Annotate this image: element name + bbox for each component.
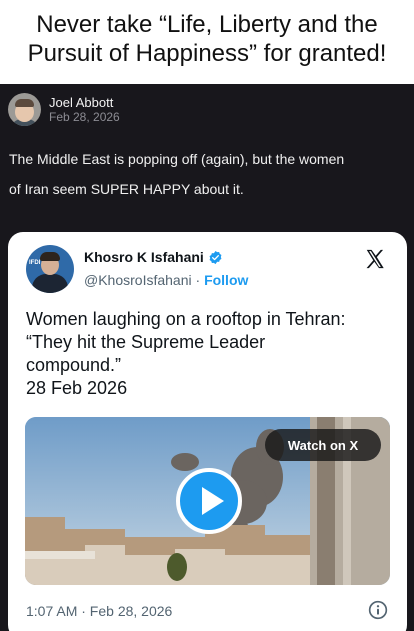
verified-badge-icon xyxy=(209,250,222,264)
meme-caption: Never take “Life, Liberty and the Pursui… xyxy=(0,0,414,84)
social-post: Joel Abbott Feb 28, 2026 The Middle East… xyxy=(0,84,414,631)
author-avatar[interactable] xyxy=(8,92,41,126)
tweet-body-line-3: compound.” xyxy=(26,355,122,375)
avatar-suit xyxy=(32,274,68,293)
play-icon xyxy=(202,487,224,515)
x-logo-icon[interactable] xyxy=(364,248,386,270)
avatar-tag: IFDI xyxy=(29,260,41,266)
post-text-line-1: The Middle East is popping off (again), … xyxy=(9,151,345,167)
meme-screenshot: Never take “Life, Liberty and the Pursui… xyxy=(0,0,414,631)
follow-link[interactable]: Follow xyxy=(204,272,248,288)
rooftop-ledge xyxy=(25,551,95,559)
tree xyxy=(167,553,187,581)
author-block: Joel Abbott Feb 28, 2026 xyxy=(49,95,120,124)
tweet-handle[interactable]: @KhosroIsfahani xyxy=(84,272,192,288)
post-text: The Middle East is popping off (again), … xyxy=(9,144,405,204)
tweet-body-line-1: Women laughing on a rooftop in Tehran: xyxy=(26,309,346,329)
tweet-body-line-2: “They hit the Supreme Leader xyxy=(26,332,266,352)
tweet-timestamp[interactable]: 1:07 AM · Feb 28, 2026 xyxy=(26,603,172,619)
play-button[interactable] xyxy=(176,468,242,534)
post-text-line-2: of Iran seem SUPER HAPPY about it. xyxy=(9,181,244,197)
post-date: Feb 28, 2026 xyxy=(49,109,120,124)
caption-line-1: Never take “Life, Liberty and the xyxy=(36,11,378,38)
post-header: Joel Abbott Feb 28, 2026 xyxy=(8,91,120,127)
author-name[interactable]: Joel Abbott xyxy=(49,95,120,110)
avatar-hair xyxy=(15,98,34,107)
info-icon[interactable] xyxy=(368,600,388,620)
tweet-video[interactable]: Watch on X xyxy=(25,417,390,585)
watch-on-x-button[interactable]: Watch on X xyxy=(265,429,381,461)
avatar-hair xyxy=(40,252,60,261)
embedded-tweet-card[interactable]: IFDI Khosro K Isfahani @KhosroIsfahani ·… xyxy=(8,232,407,631)
caption-line-2: Pursuit of Happiness” for granted! xyxy=(27,40,387,67)
tweet-author-avatar[interactable]: IFDI xyxy=(26,245,74,293)
tweet-body: Women laughing on a rooftop in Tehran: “… xyxy=(26,308,401,400)
handle-separator: · xyxy=(195,272,201,288)
tweet-handle-row: @KhosroIsfahani · Follow xyxy=(84,272,248,288)
tweet-body-line-4: 28 Feb 2026 xyxy=(26,378,128,398)
tweet-name-row: Khosro K Isfahani xyxy=(84,249,223,265)
tweet-author-name[interactable]: Khosro K Isfahani xyxy=(84,249,204,265)
